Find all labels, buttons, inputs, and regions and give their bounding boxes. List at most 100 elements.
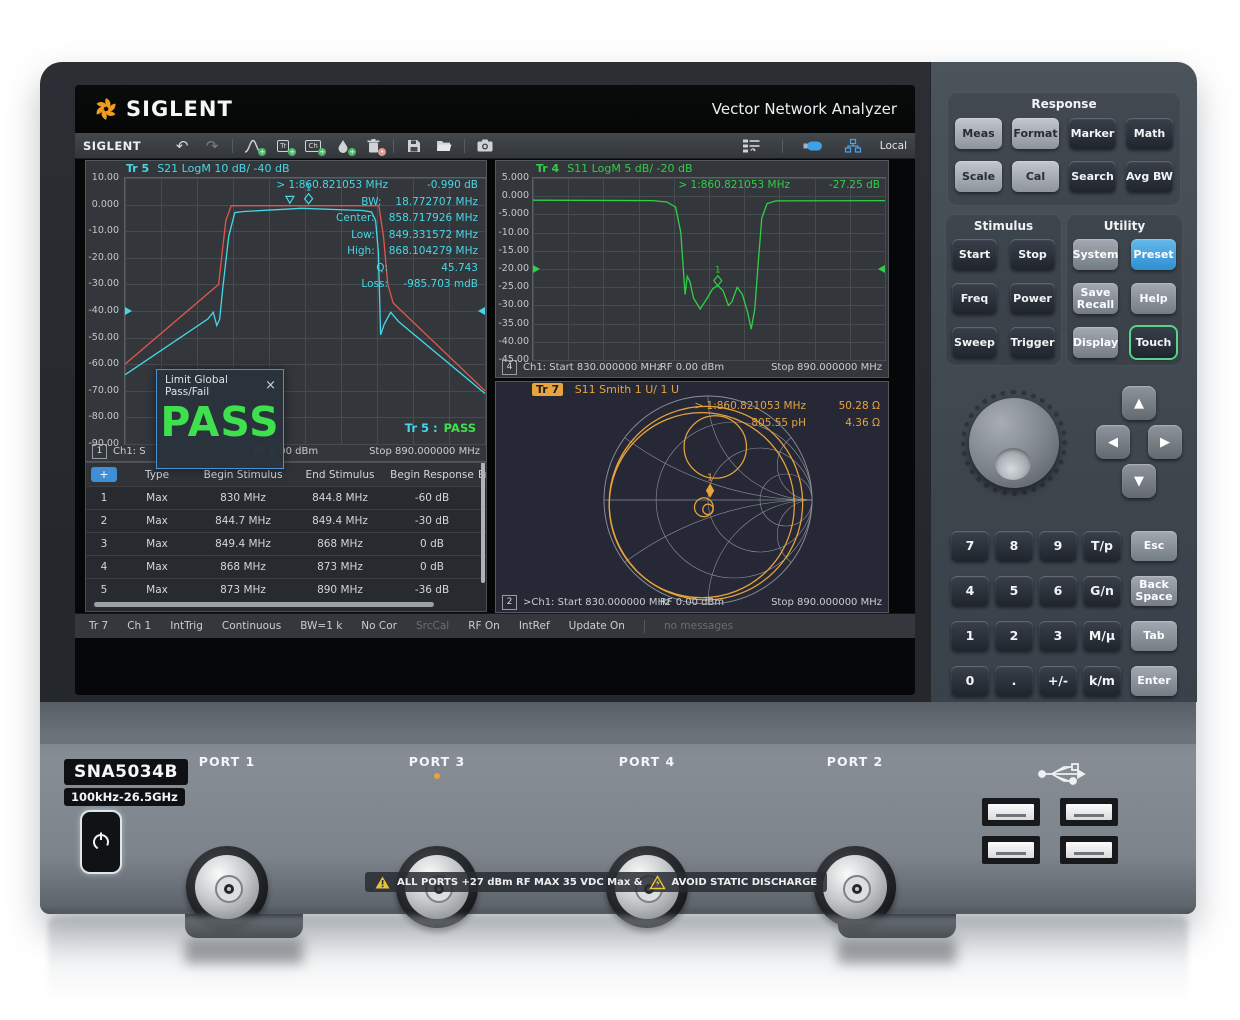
key-save-recall[interactable]: Save Recall — [1073, 283, 1118, 314]
marker-diamond[interactable] — [714, 276, 722, 286]
key-trigger[interactable]: Trigger — [1010, 327, 1055, 358]
port-3: PORT 3 — [337, 754, 537, 779]
section-label: Utility — [1067, 219, 1182, 233]
key-8[interactable]: 8 — [995, 531, 1033, 561]
open-file-icon[interactable] — [432, 136, 456, 156]
power-button[interactable] — [80, 810, 122, 874]
undo-icon[interactable]: ↶ — [170, 136, 194, 156]
key-5[interactable]: 5 — [995, 576, 1033, 606]
key-avg-bw[interactable]: Avg BW — [1126, 161, 1173, 192]
y-axis-ticks: 5.0000.000-5.000-10.00-15.00-20.00-25.00… — [496, 177, 532, 359]
key-3[interactable]: 3 — [1039, 621, 1077, 651]
lan-network-icon[interactable] — [841, 136, 865, 156]
usb-device-icon[interactable] — [801, 136, 825, 156]
utility-section: Utility System Preset Save Recall Help Displ… — [1066, 214, 1183, 366]
horizontal-scrollbar[interactable] — [94, 602, 434, 607]
chart-tr7-smith[interactable]: Tr 7 S11 Smith 1 U/ 1 U 1 > 1:860.821053… — [495, 381, 889, 613]
warning-triangle-icon — [375, 876, 390, 889]
key-sweep[interactable]: Sweep — [952, 327, 997, 358]
key-6[interactable]: 6 — [1039, 576, 1077, 606]
display-screen[interactable]: SIGLENT Vector Network Analyzer SIGLENT … — [75, 85, 915, 695]
key-preset[interactable]: Preset — [1131, 239, 1176, 270]
key-power[interactable]: Power — [1010, 283, 1055, 314]
warning-text-right: AVOID STATIC DISCHARGE — [672, 877, 818, 888]
plot-area[interactable]: 1 — [532, 177, 886, 361]
limit-table[interactable]: +TypeBegin StimulusEnd StimulusBegin Res… — [85, 462, 487, 612]
y-tick: -10.00 — [498, 227, 529, 238]
arrow-up-key[interactable]: ▲ — [1122, 386, 1156, 420]
key-2[interactable]: 2 — [995, 621, 1033, 651]
key-system[interactable]: System — [1073, 239, 1118, 270]
limit-table-row[interactable]: 3Max849.4 MHz868 MHz0 dB — [86, 532, 486, 555]
close-icon[interactable]: × — [265, 380, 276, 392]
key-t-p[interactable]: T/p — [1083, 531, 1121, 561]
table-header-row: +TypeBegin StimulusEnd StimulusBegin Res… — [86, 463, 486, 486]
numeric-keypad: 789T/p 456G/n 123M/µ 0.+/-k/m — [951, 531, 1121, 696]
key-meas[interactable]: Meas — [955, 118, 1002, 149]
key-g-n[interactable]: G/n — [1083, 576, 1121, 606]
key-[interactable]: +/- — [1039, 666, 1077, 696]
delete-icon[interactable]: • — [361, 136, 385, 156]
key-4[interactable]: 4 — [951, 576, 989, 606]
limit-table-row[interactable]: 5Max873 MHz890 MHz-36 dB — [86, 578, 486, 601]
key-marker[interactable]: Marker — [1069, 118, 1116, 149]
arrow-down-key[interactable]: ▼ — [1122, 464, 1156, 498]
key-cal[interactable]: Cal — [1012, 161, 1059, 192]
key-display[interactable]: Display — [1073, 327, 1118, 358]
chart-footer: 1 Ch1: S RF 0.00 dBm Stop 890.000000 MHz — [86, 444, 486, 459]
table-cell: -36 dB — [386, 584, 478, 596]
chart-footer: 2 >Ch1: Start 830.000000 MHz RF 0.00 dBm… — [496, 595, 888, 610]
ref-level-marker-right — [878, 265, 885, 273]
marker-label: 1 — [715, 266, 721, 276]
rotary-knob[interactable] — [969, 398, 1059, 488]
key-math[interactable]: Math — [1126, 118, 1173, 149]
vertical-scrollbar[interactable] — [481, 462, 485, 583]
marker-diamond[interactable] — [706, 483, 714, 498]
local-mode-label[interactable]: Local — [880, 140, 907, 152]
meas-list-icon[interactable] — [740, 136, 764, 156]
key-m[interactable]: M/µ — [1083, 621, 1121, 651]
new-trace-icon[interactable]: Tr+ — [271, 136, 295, 156]
key-0[interactable]: 0 — [951, 666, 989, 696]
key-touch[interactable]: Touch — [1131, 327, 1176, 358]
key-7[interactable]: 7 — [951, 531, 989, 561]
key-scale[interactable]: Scale — [955, 161, 1002, 192]
section-label: Stimulus — [946, 219, 1061, 233]
chart-tr4-s11[interactable]: Tr 4S11 LogM 5 dB/ -20 dB 5.0000.000-5.0… — [495, 160, 889, 378]
new-channel-icon[interactable]: Ch+ — [301, 136, 325, 156]
key-k-m[interactable]: k/m — [1083, 666, 1121, 696]
limit-table-row[interactable]: 4Max868 MHz873 MHz0 dB — [86, 555, 486, 578]
usb-port — [982, 798, 1040, 826]
key-back-space[interactable]: Back Space — [1131, 576, 1177, 606]
arrow-left-key[interactable]: ◀ — [1096, 425, 1130, 459]
trace-id: Tr 5 — [126, 162, 149, 175]
key-[interactable]: . — [995, 666, 1033, 696]
key-9[interactable]: 9 — [1039, 531, 1077, 561]
arrow-right-key[interactable]: ▶ — [1148, 425, 1182, 459]
key-tab[interactable]: Tab — [1131, 621, 1177, 651]
key-esc[interactable]: Esc — [1131, 531, 1177, 561]
table-cell: 1 — [86, 492, 122, 504]
key-1[interactable]: 1 — [951, 621, 989, 651]
product-photo: { "header": { "brand": "SIGLENT", "title… — [0, 0, 1240, 1020]
key-freq[interactable]: Freq — [952, 283, 997, 314]
status-update-on: Update On — [569, 620, 625, 632]
add-limit-button[interactable]: + — [91, 467, 117, 482]
key-enter[interactable]: Enter — [1131, 666, 1177, 696]
key-help[interactable]: Help — [1131, 283, 1176, 314]
screenshot-camera-icon[interactable] — [473, 136, 497, 156]
limit-table-row[interactable]: 1Max830 MHz844.8 MHz-60 dB — [86, 486, 486, 509]
chart-tr5-s21[interactable]: Tr 5S21 LogM 10 dB/ -40 dB 10.000.000-10… — [85, 160, 487, 462]
ref-level-marker-right — [478, 307, 485, 315]
y-tick: 0.000 — [502, 190, 529, 201]
key-search[interactable]: Search — [1069, 161, 1116, 192]
marker-readout: > 1:860.821053 MHz-27.25 dB — [678, 177, 880, 194]
key-stop[interactable]: Stop — [1010, 239, 1055, 270]
add-trace-curve-icon[interactable]: + — [241, 136, 265, 156]
add-marker-icon[interactable]: + — [331, 136, 355, 156]
save-icon[interactable] — [402, 136, 426, 156]
key-format[interactable]: Format — [1012, 118, 1059, 149]
limit-table-row[interactable]: 2Max844.7 MHz849.4 MHz-30 dB — [86, 509, 486, 532]
key-start[interactable]: Start — [952, 239, 997, 270]
redo-icon[interactable]: ↷ — [200, 136, 224, 156]
